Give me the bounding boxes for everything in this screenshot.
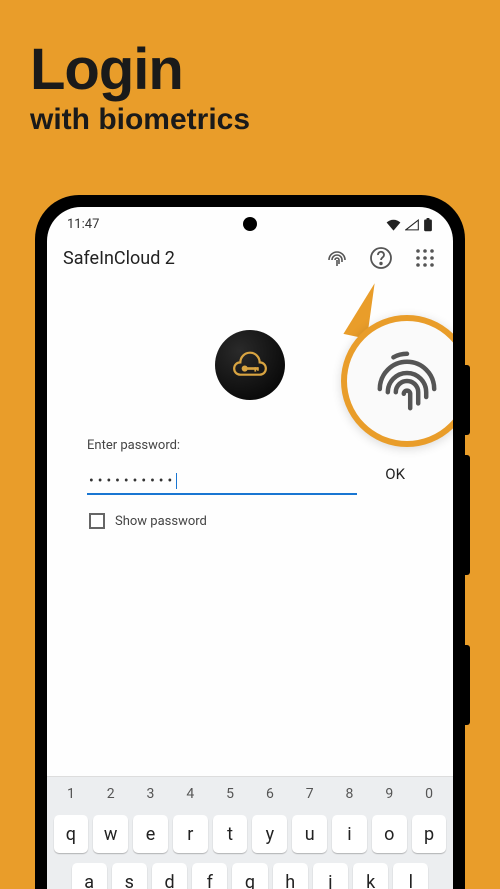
phone-screen: 11:47 SafeInCloud 2 bbox=[47, 207, 453, 889]
show-password-row[interactable]: Show password bbox=[87, 513, 413, 529]
key-1[interactable]: 1 bbox=[54, 783, 89, 805]
fingerprint-button[interactable] bbox=[325, 246, 349, 270]
phone-side-button bbox=[465, 455, 470, 575]
key-9[interactable]: 9 bbox=[372, 783, 407, 805]
key-0[interactable]: 0 bbox=[412, 783, 447, 805]
key-d[interactable]: d bbox=[152, 863, 187, 889]
key-w[interactable]: w bbox=[93, 815, 128, 853]
key-3[interactable]: 3 bbox=[133, 783, 168, 805]
key-4[interactable]: 4 bbox=[173, 783, 208, 805]
login-form: Enter password: •••••••••• OK Show passw… bbox=[77, 438, 423, 529]
hero-subtitle: with biometrics bbox=[30, 103, 470, 137]
hero-title: Login bbox=[30, 36, 470, 103]
ok-button[interactable]: OK bbox=[377, 459, 413, 495]
key-k[interactable]: k bbox=[353, 863, 388, 889]
key-a[interactable]: a bbox=[72, 863, 107, 889]
show-password-checkbox[interactable] bbox=[89, 513, 105, 529]
key-8[interactable]: 8 bbox=[332, 783, 367, 805]
password-input[interactable]: •••••••••• bbox=[87, 469, 357, 495]
key-g[interactable]: g bbox=[232, 863, 267, 889]
app-bar: SafeInCloud 2 bbox=[47, 236, 453, 280]
hero: Login with biometrics bbox=[0, 0, 500, 147]
phone-side-button bbox=[465, 645, 470, 725]
battery-icon bbox=[423, 218, 433, 232]
key-q[interactable]: q bbox=[54, 815, 89, 853]
key-y[interactable]: y bbox=[252, 815, 287, 853]
key-o[interactable]: o bbox=[372, 815, 407, 853]
key-6[interactable]: 6 bbox=[252, 783, 287, 805]
key-2[interactable]: 2 bbox=[93, 783, 128, 805]
keyboard[interactable]: 1234567890 qwertyuiop asdfghjkl bbox=[47, 776, 453, 889]
key-h[interactable]: h bbox=[273, 863, 308, 889]
key-j[interactable]: j bbox=[313, 863, 348, 889]
help-button[interactable] bbox=[369, 246, 393, 270]
app-logo bbox=[215, 330, 285, 400]
camera-hole bbox=[243, 217, 257, 231]
fingerprint-icon bbox=[367, 341, 447, 421]
key-7[interactable]: 7 bbox=[292, 783, 327, 805]
password-label: Enter password: bbox=[87, 438, 413, 453]
status-icons bbox=[386, 218, 433, 232]
key-r[interactable]: r bbox=[173, 815, 208, 853]
phone-side-button bbox=[465, 365, 470, 435]
keyboard-number-row: 1234567890 bbox=[51, 783, 449, 805]
dialpad-button[interactable] bbox=[413, 246, 437, 270]
key-e[interactable]: e bbox=[133, 815, 168, 853]
key-t[interactable]: t bbox=[213, 815, 248, 853]
status-time: 11:47 bbox=[67, 217, 99, 232]
status-bar: 11:47 bbox=[47, 207, 453, 236]
key-u[interactable]: u bbox=[292, 815, 327, 853]
keyboard-row-2: asdfghjkl bbox=[51, 863, 449, 889]
key-p[interactable]: p bbox=[412, 815, 447, 853]
keyboard-row-1: qwertyuiop bbox=[51, 815, 449, 853]
key-s[interactable]: s bbox=[112, 863, 147, 889]
app-title: SafeInCloud 2 bbox=[63, 248, 317, 269]
show-password-label: Show password bbox=[115, 514, 207, 529]
phone-frame: 11:47 SafeInCloud 2 bbox=[35, 195, 465, 889]
wifi-icon bbox=[386, 219, 401, 231]
key-l[interactable]: l bbox=[393, 863, 428, 889]
key-5[interactable]: 5 bbox=[213, 783, 248, 805]
key-i[interactable]: i bbox=[332, 815, 367, 853]
signal-icon bbox=[405, 219, 419, 231]
key-f[interactable]: f bbox=[192, 863, 227, 889]
